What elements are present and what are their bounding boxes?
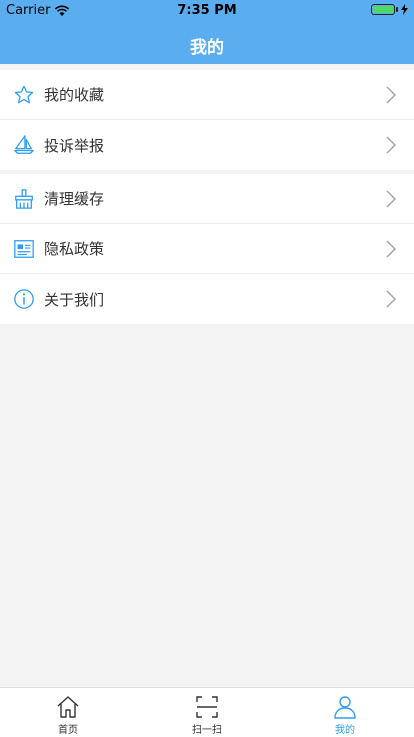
- scan-icon: [196, 696, 218, 718]
- menu-item-label: 关于我们: [44, 290, 105, 309]
- menu-group-primary: 我的收藏 投诉举报: [0, 70, 414, 170]
- tab-bar: 首页 扫一扫 我的: [0, 687, 414, 737]
- person-icon: [334, 696, 356, 719]
- tab-label: 我的: [335, 725, 355, 736]
- menu-item-report[interactable]: 投诉举报: [0, 120, 414, 170]
- menu-item-about-us[interactable]: 关于我们: [0, 274, 414, 324]
- id-card-icon: [13, 238, 35, 260]
- page-title: 我的: [190, 38, 224, 58]
- charging-bolt-icon: [401, 4, 408, 15]
- tab-me[interactable]: 我的: [305, 694, 385, 736]
- info-icon: [13, 288, 35, 310]
- tab-home[interactable]: 首页: [28, 694, 108, 736]
- menu-item-label: 投诉举报: [44, 136, 105, 155]
- battery-icon: [371, 4, 408, 15]
- menu-item-favorites[interactable]: 我的收藏: [0, 70, 414, 120]
- star-icon: [13, 84, 35, 106]
- tab-label: 扫一扫: [192, 725, 222, 736]
- status-time: 7:35 PM: [177, 3, 237, 18]
- chevron-right-icon: [386, 240, 397, 258]
- menu-item-label: 我的收藏: [44, 86, 105, 104]
- broom-icon: [13, 188, 35, 210]
- chevron-right-icon: [386, 290, 397, 308]
- sailboat-icon: [13, 134, 35, 156]
- tab-label: 首页: [58, 725, 78, 736]
- tab-scan[interactable]: 扫一扫: [167, 694, 247, 736]
- status-bar: Carrier 7:35 PM: [0, 0, 414, 20]
- chevron-right-icon: [386, 190, 397, 208]
- menu-item-privacy-policy[interactable]: 隐私政策: [0, 224, 414, 274]
- chevron-right-icon: [386, 136, 397, 154]
- menu-group-secondary: 清理缓存 隐私政策 关于我们: [0, 174, 414, 324]
- chevron-right-icon: [386, 86, 397, 104]
- home-icon: [57, 696, 79, 718]
- nav-header: Carrier 7:35 PM 我的: [0, 0, 414, 64]
- menu-item-label: 隐私政策: [44, 240, 105, 258]
- menu-item-clear-cache[interactable]: 清理缓存: [0, 174, 414, 224]
- menu-item-label: 清理缓存: [44, 190, 105, 208]
